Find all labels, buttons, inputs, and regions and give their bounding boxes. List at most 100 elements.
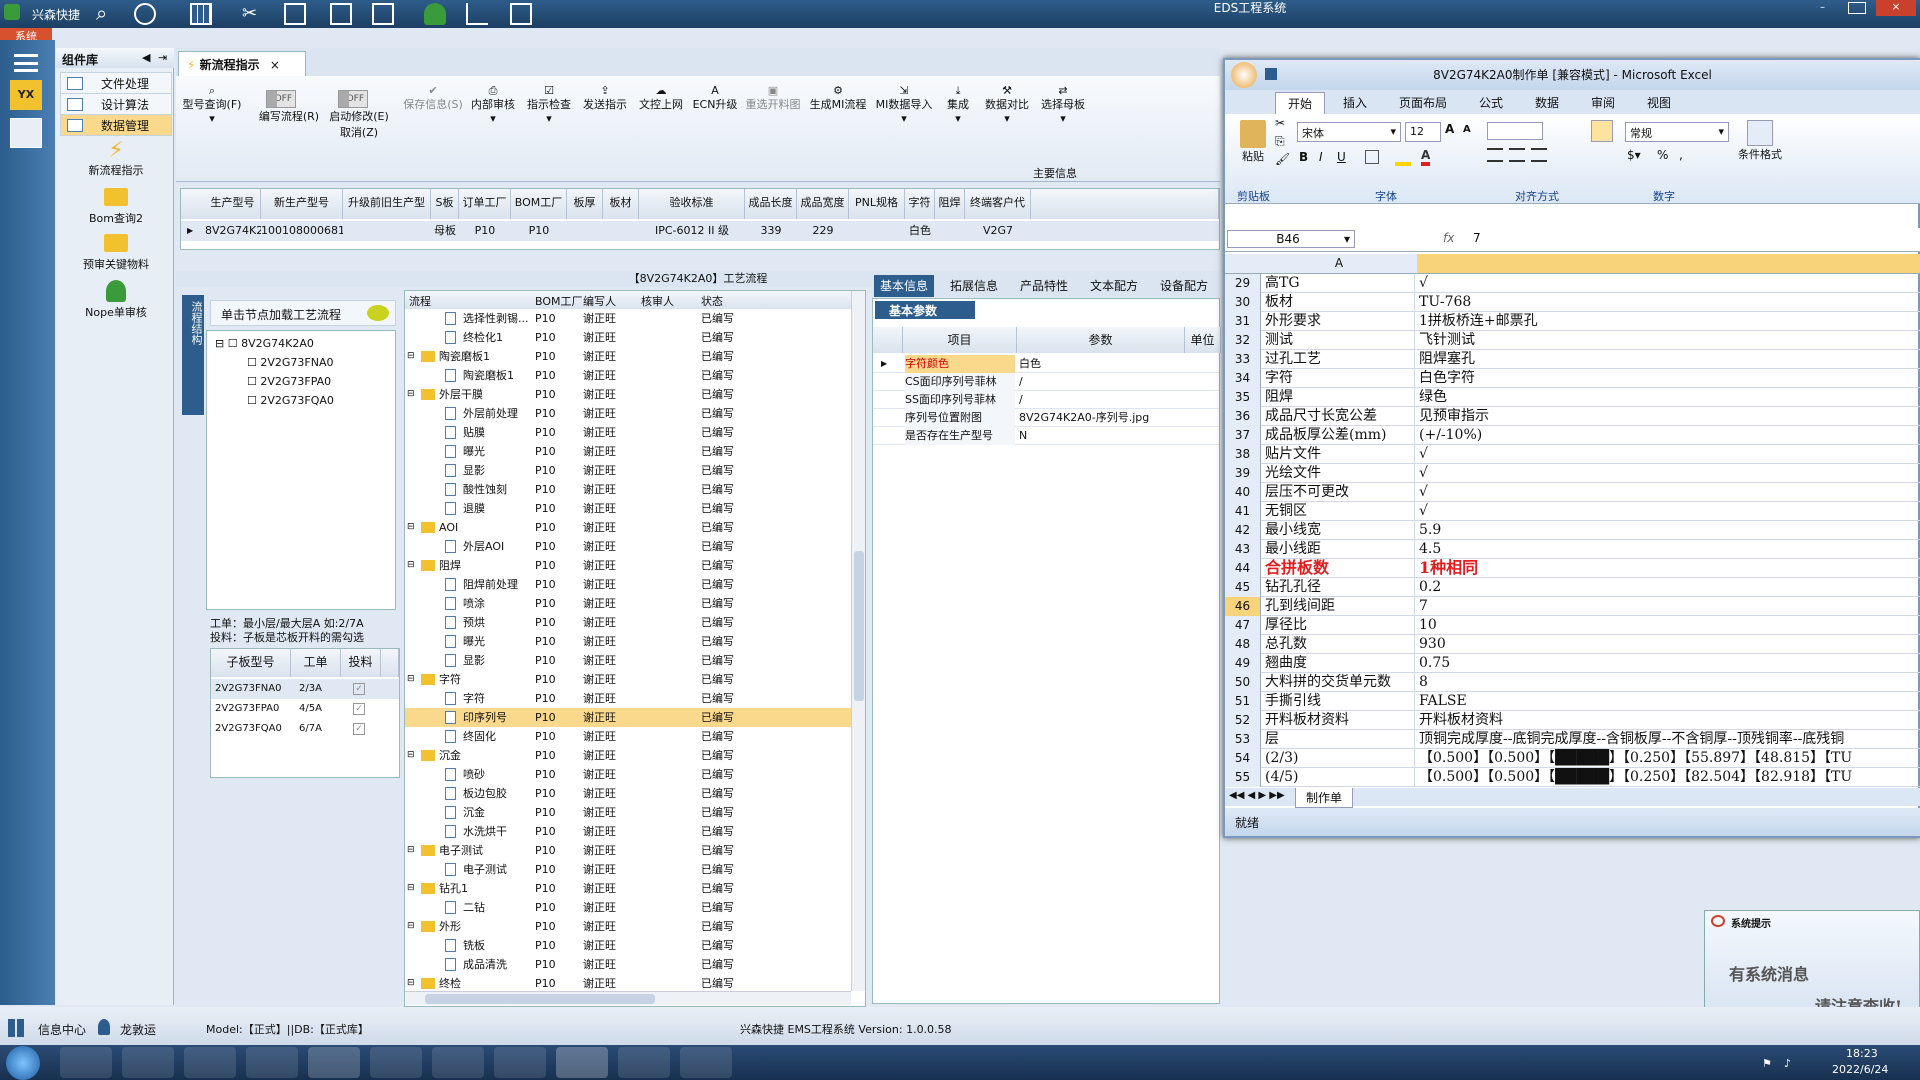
name-box[interactable]: B46 ▾	[1227, 230, 1355, 248]
cell-a[interactable]: 最小线距	[1263, 540, 1415, 559]
cell-a[interactable]: 钻孔孔径	[1263, 578, 1415, 597]
table-cell[interactable]: P10	[511, 221, 567, 241]
cell-a[interactable]: 贴片文件	[1263, 445, 1415, 464]
process-row[interactable]: 显影 P10 谢正旺 已编写	[405, 651, 851, 670]
table-row[interactable]: 2V2G73FQA0 6/7A ✓	[211, 719, 399, 739]
conditional-format-button[interactable]: 条件格式	[1735, 120, 1785, 162]
process-row[interactable]: ⊟ AOI P10 谢正旺 已编写	[405, 518, 851, 537]
process-row[interactable]: 酸性蚀刻 P10 谢正旺 已编写	[405, 480, 851, 499]
sheet-row[interactable]: 49 翘曲度 0.75	[1225, 654, 1920, 673]
sheet-row[interactable]: 41 无铜区 √	[1225, 502, 1920, 521]
nav-data-management[interactable]: 数据管理	[60, 114, 172, 136]
cell-b[interactable]: 4.5	[1417, 540, 1920, 559]
process-row[interactable]: 退膜 P10 谢正旺 已编写	[405, 499, 851, 518]
column-header-a[interactable]: A	[1263, 254, 1415, 273]
excel-tab[interactable]: 页面布局	[1387, 92, 1459, 114]
mi-import-button[interactable]: ⇲ MI数据导入 ▾	[872, 84, 936, 126]
sheet-row[interactable]: 31 外形要求 1拼板桥连+邮票孔	[1225, 312, 1920, 331]
param-row[interactable]: 序列号位置附图 8V2G74K2A0-序列号.jpg	[873, 409, 1219, 427]
tool-pre-review[interactable]: 预审关键物料	[60, 234, 172, 272]
vertical-scrollbar[interactable]	[851, 291, 865, 991]
process-row[interactable]: 终检化1 P10 谢正旺 已编写	[405, 328, 851, 347]
sheet-row[interactable]: 48 总孔数 930	[1225, 635, 1920, 654]
excel-tab[interactable]: 审阅	[1579, 92, 1627, 114]
globe-icon[interactable]	[134, 3, 156, 25]
table-cell[interactable]: V2G7	[965, 221, 1031, 241]
cell-b[interactable]: √	[1417, 274, 1920, 293]
border-icon[interactable]	[1365, 150, 1379, 164]
yx-logo-icon[interactable]: YX	[10, 80, 42, 110]
maximize-button[interactable]	[1848, 2, 1866, 14]
cell-b[interactable]: 飞针测试	[1417, 331, 1920, 350]
start-button[interactable]	[6, 1046, 40, 1080]
tree-node[interactable]: ☐ 2V2G73FNA0	[247, 356, 333, 369]
column-header[interactable]: 字符	[905, 189, 935, 219]
taskbar-eye-icon[interactable]	[370, 1047, 422, 1078]
formula-input[interactable]: 7	[1473, 231, 1481, 245]
cell-b[interactable]: (+/-10%)	[1417, 426, 1920, 445]
process-row[interactable]: ⊟ 字符 P10 谢正旺 已编写	[405, 670, 851, 689]
process-row[interactable]: 预烘 P10 谢正旺 已编写	[405, 613, 851, 632]
clock-date[interactable]: 2022/6/24	[1832, 1063, 1888, 1076]
cell-b[interactable]: 白色字符	[1417, 369, 1920, 388]
cell-b[interactable]: √	[1417, 483, 1920, 502]
taskbar-word-icon[interactable]	[494, 1047, 546, 1078]
sheet-row[interactable]: 46 孔到线间距 7	[1225, 597, 1920, 616]
sheet-row[interactable]: 39 光绘文件 √	[1225, 464, 1920, 483]
tab-new-flow[interactable]: ⚡ 新流程指示 ×	[178, 51, 306, 77]
collapse-icon[interactable]: ⊟	[407, 347, 415, 366]
process-row[interactable]: 曝光 P10 谢正旺 已编写	[405, 442, 851, 461]
cell-a[interactable]: 手撕引线	[1263, 692, 1415, 711]
data-compare-button[interactable]: ⚒ 数据对比 ▾	[980, 84, 1034, 126]
model-query-button[interactable]: ⌕ 型号查询(F) ▾	[182, 84, 242, 126]
ecn-upgrade-button[interactable]: A ECN升级	[688, 84, 742, 112]
sheet-row[interactable]: 40 层压不可更改 √	[1225, 483, 1920, 502]
cell-a[interactable]: 大料拼的交货单元数	[1263, 673, 1415, 692]
excel-tab[interactable]: 数据	[1523, 92, 1571, 114]
column-header[interactable]: 核审人	[641, 293, 674, 309]
cell-a[interactable]: 开料板材资料	[1263, 711, 1415, 730]
cell-a[interactable]: 最小线宽	[1263, 521, 1415, 540]
taskbar-excel-icon[interactable]	[556, 1047, 608, 1078]
sheet-row[interactable]: 36 成品尺寸长宽公差 见预审指示	[1225, 407, 1920, 426]
cell-a[interactable]: 测试	[1263, 331, 1415, 350]
sheet-tab[interactable]: 制作单	[1295, 788, 1354, 808]
tool-nope-review[interactable]: Nope单审核	[60, 280, 172, 320]
table-cell[interactable]	[343, 221, 431, 241]
taskbar-app-icon[interactable]	[60, 1047, 112, 1078]
column-header[interactable]: S板	[431, 189, 459, 219]
tree-node[interactable]: ☐ 2V2G73FPA0	[247, 375, 331, 388]
font-size-select[interactable]: 12	[1405, 122, 1441, 142]
cell-a[interactable]: 孔到线间距	[1263, 597, 1415, 616]
feed-checkbox[interactable]: ✓	[353, 683, 365, 695]
cell-b[interactable]: 顶铜完成厚度--底铜完成厚度--含铜板厚--不含铜厚--顶残铜率--底残铜	[1417, 730, 1920, 749]
collapse-icon[interactable]: ⊟	[407, 670, 415, 689]
search-icon[interactable]: ⌕	[96, 3, 118, 25]
sheet-row[interactable]: 45 钻孔孔径 0.2	[1225, 578, 1920, 597]
process-row[interactable]: 喷涂 P10 谢正旺 已编写	[405, 594, 851, 613]
underline-button[interactable]: U	[1337, 150, 1346, 164]
sheet-nav-icon[interactable]: ◀◀ ◀ ▶ ▶▶	[1229, 790, 1285, 801]
flag-icon[interactable]: ⚑	[1762, 1057, 1772, 1070]
param-row[interactable]: SS面印序列号菲林 /	[873, 391, 1219, 409]
column-header[interactable]: 生产型号	[205, 189, 261, 219]
excel-tab[interactable]: 插入	[1331, 92, 1379, 114]
sheet-row[interactable]: 30 板材 TU-768	[1225, 293, 1920, 312]
table-cell[interactable]: 母板	[431, 221, 459, 241]
scissors-icon[interactable]: ✂	[1275, 116, 1285, 130]
cell-b[interactable]: 【0.500】【0.500】【█████】【0.250】【82.504】【82.…	[1417, 768, 1920, 787]
minimize-button[interactable]: –	[1820, 2, 1838, 14]
taskbar-eye-icon[interactable]	[618, 1047, 670, 1078]
fx-icon[interactable]: fx	[1443, 231, 1454, 245]
cell-b[interactable]: 绿色	[1417, 388, 1920, 407]
column-header[interactable]: 成品长度	[745, 189, 797, 219]
cell-a[interactable]: 无铜区	[1263, 502, 1415, 521]
sheet-row[interactable]: 38 贴片文件 √	[1225, 445, 1920, 464]
table-cell[interactable]: P10	[459, 221, 511, 241]
chart-icon[interactable]	[466, 3, 488, 25]
write-flow-toggle[interactable]: OFF	[266, 90, 296, 108]
excel-tab[interactable]: 公式	[1467, 92, 1515, 114]
db-icon[interactable]	[10, 118, 42, 148]
taskbar-notepad-icon[interactable]	[122, 1047, 174, 1078]
cell-b[interactable]: √	[1417, 464, 1920, 483]
